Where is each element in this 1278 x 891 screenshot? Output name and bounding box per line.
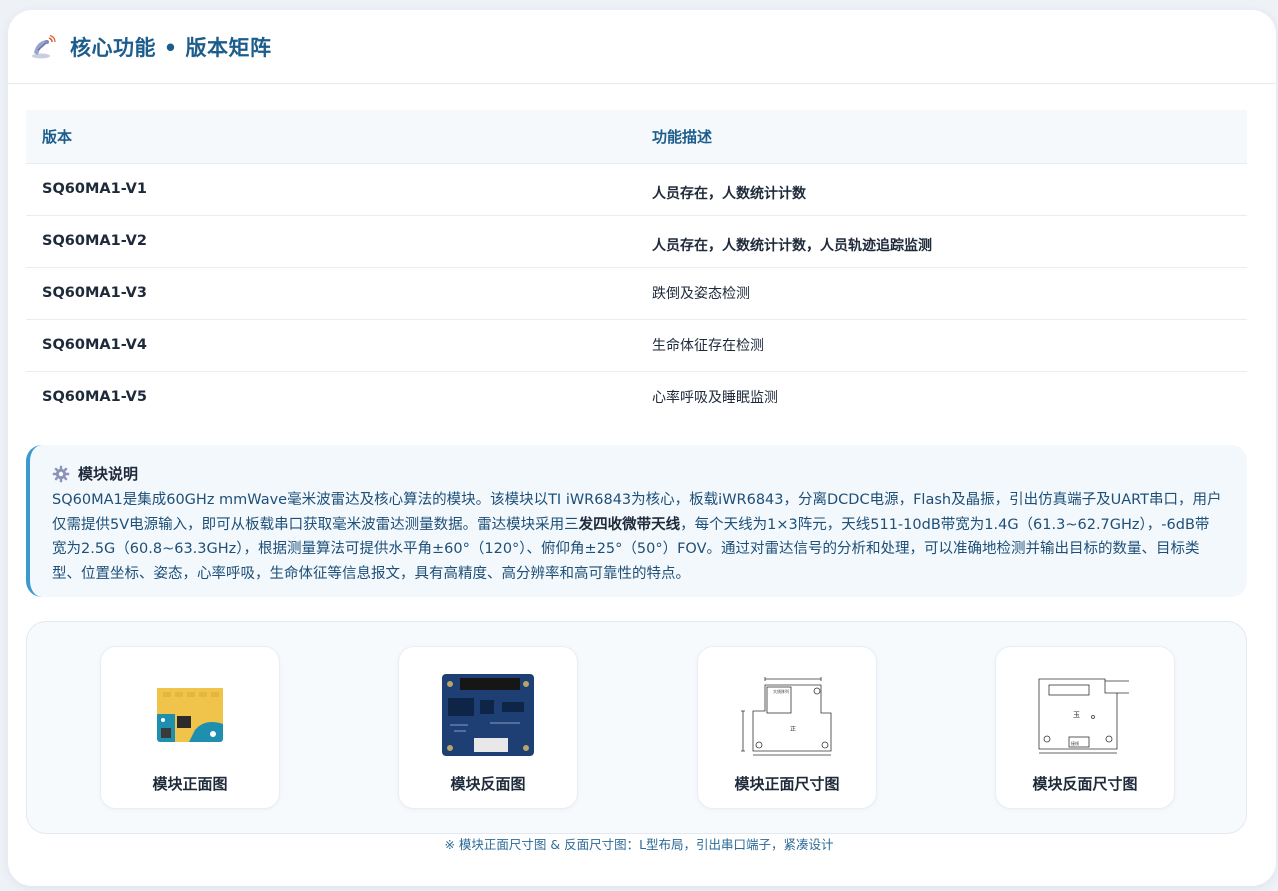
description-cell: 跌倒及姿态检测	[636, 266, 1247, 319]
version-cell: SQ60MA1-V4	[26, 318, 636, 371]
table-header-row: 版本 功能描述	[26, 110, 1247, 163]
drawing-mark: 玉	[1073, 711, 1080, 719]
column-header-version: 版本	[42, 127, 73, 146]
tile-caption: 模块反面尺寸图	[1032, 775, 1138, 793]
version-cell: SQ60MA1-V3	[26, 266, 636, 319]
main-card: 核心功能 • 版本矩阵 版本 功能描述 SQ60MA1-V1 人员存在，人数统计…	[8, 10, 1276, 886]
page-title: 核心功能 • 版本矩阵	[70, 35, 272, 60]
description-cell: 人员存在，人数统计计数	[636, 162, 1247, 215]
image-gallery: 模块正面图 模块反面图 大线阵列 正 模块正面尺寸图 玉 接线 模块反面尺寸图	[26, 621, 1247, 834]
table-row: SQ60MA1-V2 人员存在，人数统计计数，人员轨迹追踪监测	[26, 214, 1247, 267]
table-row: SQ60MA1-V5 心率呼吸及睡眠监测	[26, 370, 1247, 423]
satellite-dish-icon	[32, 34, 56, 58]
tile-picture: 玉 接线	[996, 665, 1174, 765]
gear-icon	[52, 465, 70, 482]
gallery-tile-back-dimensions[interactable]: 玉 接线 模块反面尺寸图	[995, 646, 1175, 809]
module-description-title-text: 模块说明	[78, 465, 139, 483]
back-dimension-drawing: 玉 接线	[1038, 678, 1129, 754]
version-cell: SQ60MA1-V1	[26, 162, 636, 215]
drawing-label: 大线阵列	[773, 688, 789, 694]
tile-picture: 大线阵列 正	[698, 665, 876, 765]
drawing-mark: 正	[790, 726, 796, 733]
table-row: SQ60MA1-V4 生命体征存在检测	[26, 318, 1247, 371]
gallery-tile-front[interactable]: 模块正面图	[100, 646, 280, 809]
module-description-text: SQ60MA1是集成60GHz mmWave毫米波雷达及核心算法的模块。该模块以…	[52, 488, 1223, 586]
tile-caption: 模块正面图	[152, 775, 228, 793]
footnote: ※ 模块正面尺寸图 & 反面尺寸图：L型布局，引出串口端子，紧凑设计	[444, 837, 834, 852]
front-dimension-drawing: 大线阵列 正	[741, 677, 832, 756]
module-description-title: 模块说明	[52, 463, 1223, 484]
module-description: 模块说明 SQ60MA1是集成60GHz mmWave毫米波雷达及核心算法的模块…	[26, 445, 1247, 597]
description-cell: 心率呼吸及睡眠监测	[636, 370, 1247, 423]
drawing-label: 接线	[1071, 740, 1079, 746]
description-text-bold: 发四收微带天线	[578, 516, 681, 533]
tile-caption: 模块反面图	[450, 775, 526, 793]
gallery-tile-front-dimensions[interactable]: 大线阵列 正 模块正面尺寸图	[697, 646, 877, 809]
table-row: SQ60MA1-V1 人员存在，人数统计计数	[26, 162, 1247, 215]
table-row: SQ60MA1-V3 跌倒及姿态检测	[26, 266, 1247, 319]
description-cell: 生命体征存在检测	[636, 318, 1247, 371]
module-front-image	[157, 688, 223, 742]
gallery-tile-back[interactable]: 模块反面图	[398, 646, 578, 809]
version-cell: SQ60MA1-V5	[26, 370, 636, 423]
tile-caption: 模块正面尺寸图	[734, 775, 840, 793]
description-cell: 人员存在，人数统计计数，人员轨迹追踪监测	[636, 214, 1247, 267]
page-header: 核心功能 • 版本矩阵	[8, 10, 1276, 84]
column-header-description: 功能描述	[652, 127, 713, 146]
version-table: 版本 功能描述 SQ60MA1-V1 人员存在，人数统计计数 SQ60MA1-V…	[26, 110, 1247, 423]
tile-picture	[101, 665, 279, 765]
module-back-image	[442, 674, 534, 756]
version-cell: SQ60MA1-V2	[26, 214, 636, 267]
tile-picture	[399, 665, 577, 765]
